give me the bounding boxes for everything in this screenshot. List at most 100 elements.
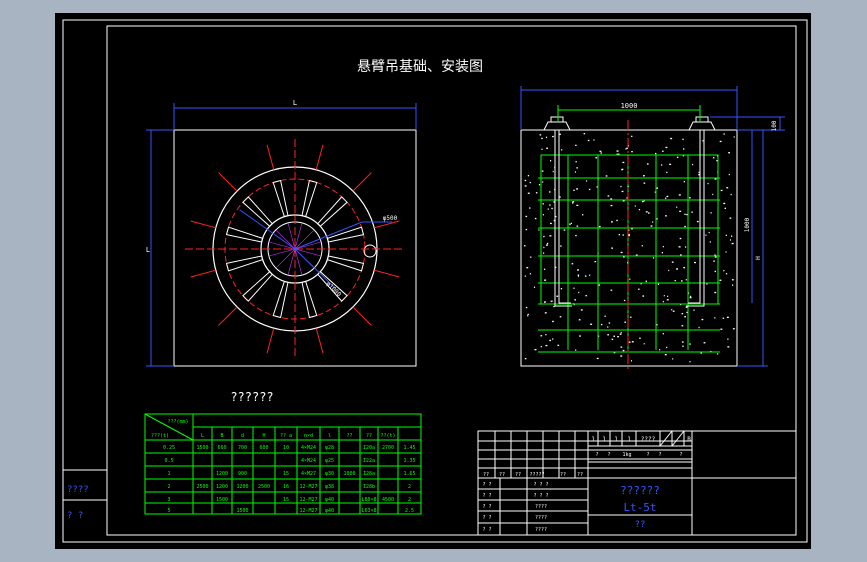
concrete-speck xyxy=(723,202,726,205)
concrete-speck xyxy=(607,326,609,328)
concrete-speck xyxy=(725,273,728,275)
table-cell: 1200 xyxy=(216,484,228,490)
concrete-speck xyxy=(700,352,702,354)
concrete-speck xyxy=(730,193,732,196)
concrete-speck xyxy=(538,184,541,186)
concrete-speck xyxy=(621,168,624,170)
concrete-speck xyxy=(714,291,717,294)
concrete-speck xyxy=(544,279,547,281)
concrete-speck xyxy=(650,225,653,227)
concrete-speck xyxy=(707,182,709,185)
table-cell: φ25 xyxy=(325,458,334,464)
concrete-speck xyxy=(652,221,654,223)
table-cell: 1500 xyxy=(196,445,208,451)
table-cell: 12-M27 xyxy=(299,497,317,503)
concrete-speck xyxy=(662,301,664,303)
concrete-speck xyxy=(588,188,591,191)
concrete-speck xyxy=(575,144,577,146)
concrete-speck xyxy=(731,279,734,281)
concrete-speck xyxy=(605,175,608,177)
concrete-speck xyxy=(549,235,552,237)
concrete-speck xyxy=(551,207,553,210)
concrete-speck xyxy=(620,355,623,357)
concrete-speck xyxy=(540,346,542,348)
table-cell: I20a xyxy=(363,445,375,451)
table-cell: 1000 xyxy=(343,471,355,477)
concrete-speck xyxy=(527,192,530,194)
concrete-speck xyxy=(638,209,641,211)
concrete-speck xyxy=(694,261,696,264)
concrete-speck xyxy=(570,222,572,224)
concrete-speck xyxy=(600,152,602,154)
concrete-speck xyxy=(616,150,619,152)
concrete-speck xyxy=(525,215,528,218)
table-cell: φ40 xyxy=(325,497,334,503)
concrete-speck xyxy=(684,225,686,228)
drawing-model: Lt-5t xyxy=(623,501,656,514)
concrete-speck xyxy=(598,284,601,286)
title-block-cell: 1 xyxy=(614,436,618,443)
concrete-speck xyxy=(560,288,563,290)
concrete-speck xyxy=(689,295,692,298)
concrete-speck xyxy=(524,358,527,360)
concrete-speck xyxy=(631,360,632,362)
table-cell: 600 xyxy=(259,445,268,451)
concrete-speck xyxy=(681,341,684,343)
table-cell: 1500 xyxy=(236,508,248,514)
table-cell: 900 xyxy=(238,471,247,477)
concrete-speck xyxy=(728,152,730,154)
table-cell: φ28 xyxy=(325,445,334,451)
concrete-speck xyxy=(722,317,725,319)
concrete-speck xyxy=(671,309,673,311)
concrete-speck xyxy=(622,234,624,236)
concrete-speck xyxy=(544,301,546,303)
concrete-speck xyxy=(617,336,619,338)
dimension-text: L xyxy=(293,99,297,107)
concrete-speck xyxy=(691,211,693,213)
concrete-speck xyxy=(628,341,631,343)
concrete-speck xyxy=(576,188,578,190)
table-cell: 4500 xyxy=(382,497,394,503)
concrete-speck xyxy=(689,297,692,299)
concrete-speck xyxy=(550,300,553,302)
drawing-sheet: ???? ? ? 悬臂吊基础、安装图 L L φ500 φ1000 1000 1… xyxy=(0,0,867,562)
concrete-speck xyxy=(710,212,712,214)
concrete-speck xyxy=(524,245,526,247)
concrete-speck xyxy=(726,316,729,318)
concrete-speck xyxy=(676,268,678,270)
concrete-speck xyxy=(631,135,633,137)
concrete-speck xyxy=(676,156,679,158)
concrete-speck xyxy=(546,244,548,246)
concrete-speck xyxy=(524,179,527,182)
concrete-speck xyxy=(643,175,645,177)
concrete-speck xyxy=(689,361,691,363)
concrete-speck xyxy=(546,147,548,149)
concrete-speck xyxy=(631,151,633,153)
concrete-speck xyxy=(611,221,613,223)
concrete-speck xyxy=(578,291,580,294)
concrete-speck xyxy=(574,171,576,173)
table-cell: 1200 xyxy=(216,471,228,477)
concrete-speck xyxy=(642,295,645,297)
table-cell: 4×M24 xyxy=(301,458,316,464)
concrete-speck xyxy=(686,311,688,314)
concrete-speck xyxy=(646,163,649,165)
concrete-speck xyxy=(538,229,540,231)
title-block-cell: ???? xyxy=(535,515,547,521)
margin-label: ? ? xyxy=(67,511,83,521)
concrete-speck xyxy=(717,353,719,355)
concrete-speck xyxy=(578,319,581,321)
concrete-speck xyxy=(676,206,678,208)
concrete-speck xyxy=(557,344,560,346)
concrete-speck xyxy=(702,140,704,142)
concrete-speck xyxy=(595,157,598,159)
concrete-speck xyxy=(727,338,729,340)
cad-viewport[interactable]: ???? ? ? 悬臂吊基础、安装图 L L φ500 φ1000 1000 1… xyxy=(0,0,867,562)
concrete-speck xyxy=(645,280,647,282)
concrete-speck xyxy=(620,332,622,334)
concrete-speck xyxy=(576,225,579,227)
concrete-speck xyxy=(662,246,664,248)
table-header: d xyxy=(241,433,244,439)
concrete-speck xyxy=(575,234,577,237)
table-load-cell: 1 xyxy=(167,471,170,477)
